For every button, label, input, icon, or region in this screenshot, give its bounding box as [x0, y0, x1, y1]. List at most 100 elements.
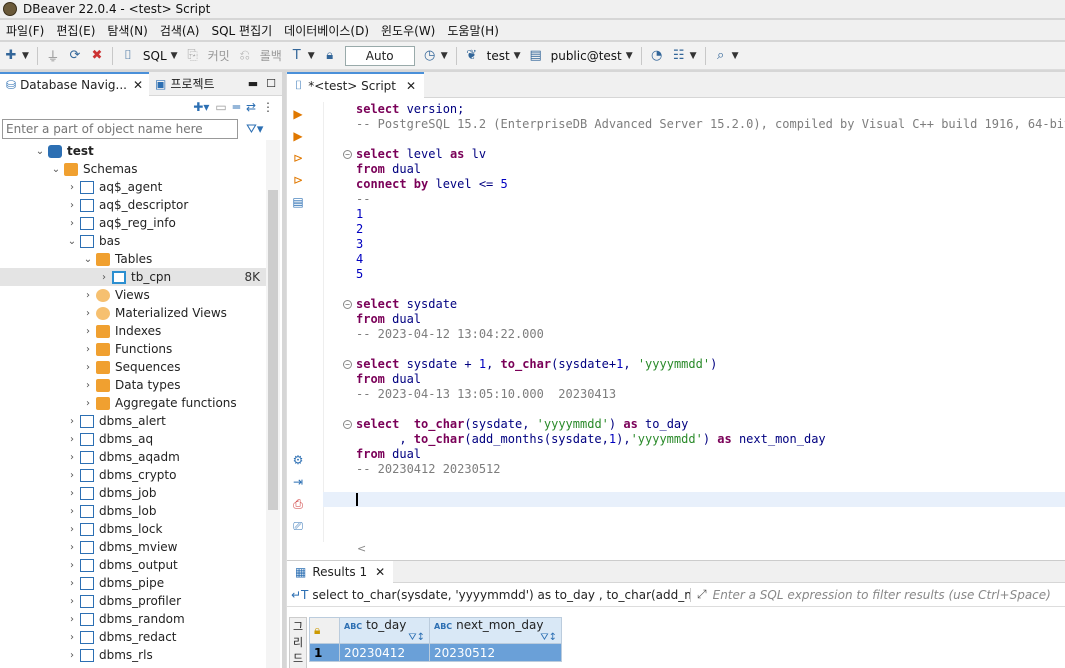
filter-funnel-icon[interactable]: ⛛▾	[246, 122, 263, 137]
menu-file[interactable]: 파일(F)	[0, 22, 50, 39]
schema-dropdown-icon[interactable]: ▼	[626, 51, 633, 61]
chevron-right-icon[interactable]: ›	[82, 290, 94, 301]
erd-icon[interactable]: ☷	[670, 47, 688, 65]
code-editor[interactable]: select version; -- PostgreSQL 15.2 (Enter…	[323, 102, 1065, 542]
code-line[interactable]: from dual	[323, 312, 1065, 327]
history-dropdown-icon[interactable]: ▼	[441, 51, 448, 61]
code-line[interactable]: − select level as lv	[323, 147, 1065, 162]
tree-item[interactable]: › aq$_descriptor	[0, 196, 266, 214]
transaction-mode-icon[interactable]: T	[288, 47, 306, 65]
chevron-right-icon[interactable]: ›	[66, 416, 78, 427]
chevron-right-icon[interactable]: ›	[66, 560, 78, 571]
table-cell[interactable]: 20230412	[339, 643, 430, 662]
object-filter-input[interactable]	[2, 119, 238, 139]
connection-dropdown-icon[interactable]: ▼	[514, 51, 521, 61]
tree-item[interactable]: › tb_cpn 8K	[0, 268, 266, 286]
expand-icon[interactable]: ⤢	[697, 587, 707, 602]
chevron-right-icon[interactable]: ›	[98, 272, 110, 283]
code-line[interactable]: connect by level <= 5	[323, 177, 1065, 192]
close-icon[interactable]: ✕	[133, 78, 143, 92]
tree-item[interactable]: › dbms_redact	[0, 628, 266, 646]
tree-item[interactable]: › dbms_lock	[0, 520, 266, 538]
editor-horizontal-scrollbar[interactable]: <	[323, 542, 1065, 556]
menu-sql-editor[interactable]: SQL 편집기	[205, 22, 278, 39]
new-connection-icon[interactable]: ✚	[2, 47, 20, 65]
rollback-icon[interactable]: ⎌	[236, 47, 254, 65]
chevron-right-icon[interactable]: ›	[66, 542, 78, 553]
code-line[interactable]: 1	[323, 207, 1065, 222]
more-options-icon[interactable]: ⋮	[262, 100, 274, 114]
code-line[interactable]	[323, 282, 1065, 297]
tree-item[interactable]: › Views	[0, 286, 266, 304]
execute-in-new-tab-icon[interactable]: ▶	[290, 128, 306, 144]
search-icon[interactable]: ⌕	[712, 47, 730, 65]
grid-corner[interactable]: 🔒︎	[309, 617, 340, 644]
chevron-right-icon[interactable]: ›	[66, 434, 78, 445]
disconnect-icon[interactable]: ✖	[88, 47, 106, 65]
chevron-right-icon[interactable]: ›	[66, 650, 78, 661]
tree-item[interactable]: › dbms_aq	[0, 430, 266, 448]
tree-item[interactable]: › dbms_random	[0, 610, 266, 628]
chevron-right-icon[interactable]: ›	[66, 632, 78, 643]
erd-dropdown-icon[interactable]: ▼	[690, 51, 697, 61]
menu-help[interactable]: 도움말(H)	[441, 22, 505, 39]
execute-script-icon[interactable]: ⊳	[290, 150, 306, 166]
chevron-right-icon[interactable]: ›	[66, 452, 78, 463]
close-icon[interactable]: ✕	[375, 565, 385, 579]
row-number[interactable]: 1	[309, 643, 340, 662]
results-filter-input[interactable]: Enter a SQL expression to filter results…	[713, 588, 1051, 602]
search-dropdown-icon[interactable]: ▼	[732, 51, 739, 61]
tree-item[interactable]: › dbms_pipe	[0, 574, 266, 592]
filter-sort-icon[interactable]: ⛛↕	[408, 632, 425, 643]
chevron-down-icon[interactable]: ⌄	[82, 254, 94, 265]
chevron-right-icon[interactable]: ›	[66, 218, 78, 229]
chevron-right-icon[interactable]: ›	[82, 362, 94, 373]
tree-item[interactable]: ⌄ Schemas	[0, 160, 266, 178]
column-header-next-mon-day[interactable]: ABC next_mon_day ⛛↕	[429, 617, 562, 644]
code-line[interactable]: − select sysdate	[323, 297, 1065, 312]
menu-database[interactable]: 데이터베이스(D)	[278, 22, 375, 39]
save-script-icon[interactable]: ⎚	[290, 518, 306, 534]
maximize-icon[interactable]: ☐	[266, 77, 276, 90]
code-line[interactable]: 5	[323, 267, 1065, 282]
commit-button[interactable]: 커밋	[208, 47, 230, 64]
chevron-right-icon[interactable]: ›	[66, 506, 78, 517]
chevron-down-icon[interactable]: ⌄	[50, 164, 62, 175]
tab-project[interactable]: ▣ 프로젝트	[149, 72, 221, 96]
sql-button[interactable]: SQL	[143, 49, 167, 63]
tree-item[interactable]: › Indexes	[0, 322, 266, 340]
code-line[interactable]: from dual	[323, 447, 1065, 462]
chevron-right-icon[interactable]: ›	[82, 308, 94, 319]
chevron-right-icon[interactable]: ›	[66, 488, 78, 499]
tree-item[interactable]: › Aggregate functions	[0, 394, 266, 412]
code-line[interactable]	[323, 477, 1065, 492]
invalidate-icon[interactable]: ⟳	[66, 47, 84, 65]
chevron-right-icon[interactable]: ›	[82, 380, 94, 391]
chevron-right-icon[interactable]: ›	[82, 398, 94, 409]
tree-item[interactable]: ⌄ test	[0, 142, 266, 160]
chevron-right-icon[interactable]: ›	[82, 344, 94, 355]
chevron-down-icon[interactable]: ⌄	[34, 146, 46, 157]
filter-sort-icon[interactable]: ⛛↕	[540, 632, 557, 643]
chevron-right-icon[interactable]: ›	[66, 200, 78, 211]
code-line[interactable]	[323, 492, 1065, 507]
chevron-right-icon[interactable]: ›	[66, 614, 78, 625]
tree-item[interactable]: › dbms_output	[0, 556, 266, 574]
tree-item[interactable]: › Materialized Views	[0, 304, 266, 322]
active-schema[interactable]: public@test	[551, 49, 622, 63]
connect-plug-icon[interactable]: ⏚	[44, 47, 62, 65]
execute-script-new-tab-icon[interactable]: ⊳	[290, 172, 306, 188]
tree-item[interactable]: › dbms_rls	[0, 646, 266, 664]
minimize-icon[interactable]: ▬	[248, 77, 258, 90]
tree-item[interactable]: › Sequences	[0, 358, 266, 376]
sql-dropdown-icon[interactable]: ▼	[171, 51, 178, 61]
tree-item[interactable]: › dbms_job	[0, 484, 266, 502]
table-row[interactable]: 1 20230412 20230512	[309, 643, 562, 662]
chevron-right-icon[interactable]: ›	[66, 578, 78, 589]
link-with-editor-icon[interactable]: ⇄	[246, 100, 256, 114]
fold-toggle-icon[interactable]: −	[343, 420, 352, 429]
tab-results-1[interactable]: ▦ Results 1 ✕	[287, 560, 394, 583]
execute-statement-icon[interactable]: ▶	[290, 106, 306, 122]
menu-edit[interactable]: 편집(E)	[50, 22, 101, 39]
tree-item[interactable]: › Functions	[0, 340, 266, 358]
